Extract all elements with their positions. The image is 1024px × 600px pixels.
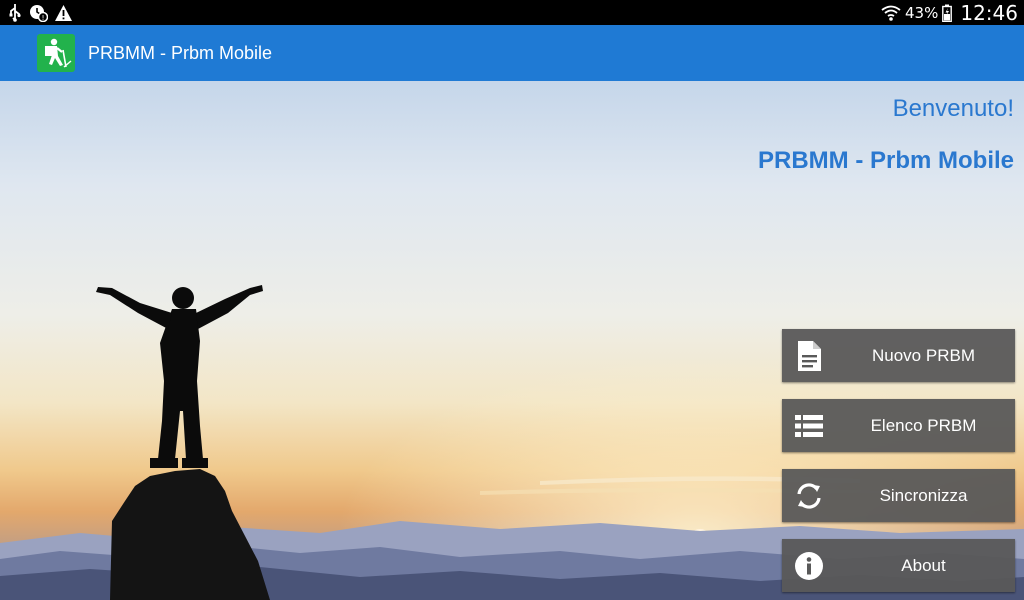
action-bar: PRBMM - Prbm Mobile: [0, 25, 1024, 81]
warning-icon: [54, 4, 73, 22]
wifi-icon: [881, 4, 901, 22]
new-prbm-label: Nuovo PRBM: [872, 346, 975, 365]
system-icons: 43% 12:46: [881, 0, 1018, 25]
info-icon: [792, 549, 826, 583]
sync-icon: [792, 479, 826, 513]
app-name-heading: PRBMM - Prbm Mobile: [758, 147, 1014, 174]
welcome-text: Benvenuto!: [892, 95, 1014, 122]
list-prbm-button[interactable]: Elenco PRBM: [782, 399, 1015, 452]
about-button[interactable]: About: [782, 539, 1015, 592]
main-content: Benvenuto! PRBMM - Prbm Mobile Nuovo PRB…: [0, 81, 1024, 600]
about-label: About: [901, 556, 946, 575]
sync-alert-icon: !: [28, 3, 48, 22]
sync-label: Sincronizza: [879, 486, 968, 505]
usb-icon: [8, 3, 22, 22]
list-icon: [792, 409, 826, 443]
sync-button[interactable]: Sincronizza: [782, 469, 1015, 522]
status-bar: ! 43% 12:46: [0, 0, 1024, 25]
app-title: PRBMM - Prbm Mobile: [88, 43, 273, 63]
hiker-icon[interactable]: [37, 34, 75, 72]
clock: 12:46: [960, 0, 1018, 25]
document-icon: [792, 339, 826, 373]
new-prbm-button[interactable]: Nuovo PRBM: [782, 329, 1015, 382]
battery-percent: 43%: [905, 3, 939, 22]
list-prbm-label: Elenco PRBM: [870, 416, 977, 435]
battery-icon: [942, 4, 953, 22]
notification-icons: !: [8, 3, 73, 22]
svg-text:!: !: [42, 14, 45, 22]
